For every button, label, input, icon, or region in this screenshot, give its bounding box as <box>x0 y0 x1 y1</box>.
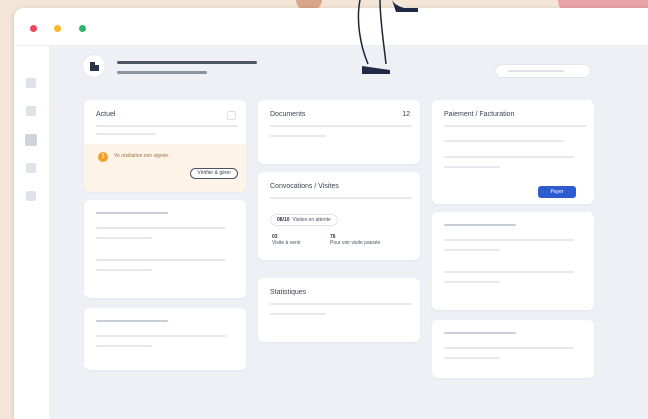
text-placeholder <box>444 332 516 334</box>
header-selector[interactable] <box>495 64 591 78</box>
pill-number: 08/10 <box>277 217 290 223</box>
text-placeholder <box>96 335 226 337</box>
pill-label: Visites en attente <box>292 217 331 223</box>
card-actuel: Actuel ! Vo résiliation non signée. Véri… <box>84 100 246 192</box>
text-placeholder <box>270 135 326 137</box>
documents-count: 12 <box>402 111 410 118</box>
card-paiement-title: Paiement / Facturation <box>444 111 515 118</box>
visits-pill[interactable]: 08/10 Visites en attente <box>270 214 338 226</box>
warning-icon: ! <box>98 152 108 162</box>
building-icon <box>82 54 106 78</box>
text-placeholder <box>96 237 152 239</box>
card-documents: Documents 12 <box>258 100 420 164</box>
sidebar <box>14 46 50 419</box>
card-paiement: Paiement / Facturation Payer <box>432 100 594 204</box>
card-options-icon[interactable] <box>227 111 236 120</box>
sidebar-nav-icon-3[interactable] <box>25 134 37 146</box>
text-placeholder <box>444 156 574 158</box>
maximize-dot[interactable] <box>79 25 86 32</box>
minimize-dot[interactable] <box>54 25 61 32</box>
text-placeholder <box>96 320 168 322</box>
sidebar-nav-icon-2[interactable] <box>26 106 36 116</box>
card-documents-title: Documents <box>270 111 306 118</box>
window-titlebar <box>14 8 648 46</box>
close-dot[interactable] <box>30 25 37 32</box>
alert-box: ! Vo résiliation non signée. Vérifier & … <box>84 144 246 192</box>
alert-text: Vo résiliation non signée. <box>114 153 170 159</box>
text-placeholder <box>96 133 156 135</box>
text-placeholder <box>96 269 152 271</box>
stat-upcoming: 03 Visite à venir <box>272 234 301 246</box>
card-convocations-title: Convocations / Visites <box>270 183 339 190</box>
card-divider <box>270 303 412 305</box>
card-statistiques-title: Statistiques <box>270 289 307 296</box>
card-divider <box>444 125 586 127</box>
sidebar-nav-icon-1[interactable] <box>26 78 36 88</box>
text-placeholder <box>96 259 226 261</box>
header-subtitle-placeholder <box>117 71 207 74</box>
placeholder-card <box>84 200 246 298</box>
card-divider <box>270 125 412 127</box>
text-placeholder <box>444 271 574 273</box>
sidebar-nav-icon-5[interactable] <box>26 191 36 201</box>
text-placeholder <box>444 140 564 142</box>
text-placeholder <box>444 357 500 359</box>
placeholder-card <box>432 212 594 310</box>
placeholder-card <box>84 308 246 370</box>
stat-past: 76 Pour voir visite passée <box>330 234 380 246</box>
text-placeholder <box>444 347 574 349</box>
text-placeholder <box>96 345 152 347</box>
main-content: Actuel ! Vo résiliation non signée. Véri… <box>50 46 648 419</box>
card-divider <box>270 197 412 199</box>
card-actuel-title: Actuel <box>96 111 116 118</box>
app-window: Actuel ! Vo résiliation non signée. Véri… <box>14 8 648 419</box>
text-placeholder <box>444 224 516 226</box>
text-placeholder <box>96 212 168 214</box>
text-placeholder <box>270 313 326 315</box>
text-placeholder <box>444 239 574 241</box>
alert-action-button[interactable]: Vérifier & gérer <box>190 168 238 179</box>
text-placeholder <box>444 281 500 283</box>
text-placeholder <box>96 227 226 229</box>
card-convocations: Convocations / Visites 08/10 Visites en a… <box>258 172 420 260</box>
card-statistiques: Statistiques <box>258 278 420 342</box>
stat-label: Visite à venir <box>272 240 301 246</box>
header-title-placeholder <box>117 61 257 64</box>
stat-label: Pour voir visite passée <box>330 240 381 246</box>
card-divider <box>96 125 238 127</box>
text-placeholder <box>444 249 500 251</box>
pay-button[interactable]: Payer <box>538 186 576 198</box>
placeholder-card <box>432 320 594 378</box>
text-placeholder <box>444 166 500 168</box>
sidebar-nav-icon-4[interactable] <box>26 163 36 173</box>
